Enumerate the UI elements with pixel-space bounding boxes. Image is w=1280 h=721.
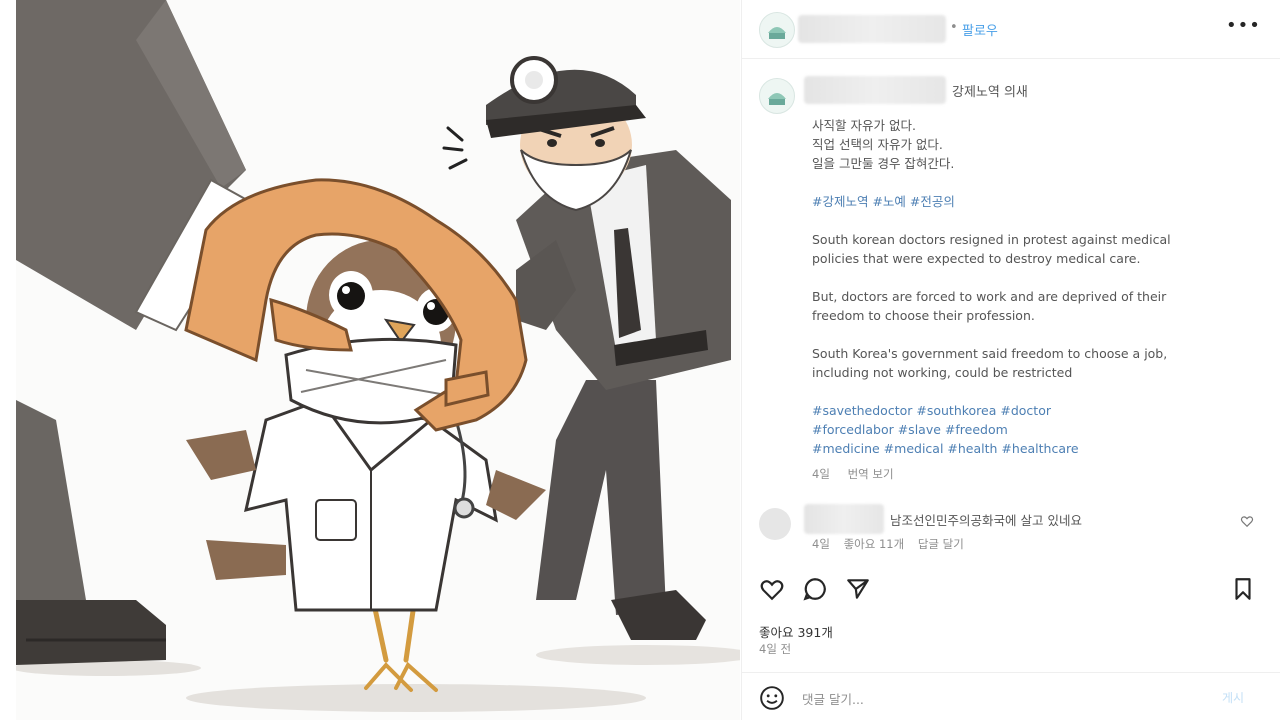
caption-line: South korean doctors resigned in protest… <box>812 232 1171 247</box>
avatar-logo-icon <box>761 14 793 46</box>
caption-line: 직업 선택의 자유가 없다. <box>812 137 943 152</box>
post-image[interactable] <box>16 0 740 720</box>
post-comment-button[interactable]: 게시 <box>1222 689 1244 706</box>
commenter-name-blurred[interactable] <box>804 504 884 534</box>
comment-text: 남조선인민주의공화국에 살고 있네요 <box>890 513 1082 528</box>
post-time: 4일 전 <box>759 642 792 656</box>
heart-icon[interactable] <box>759 576 785 602</box>
comment-input-bar: 게시 <box>742 672 1280 721</box>
caption-line: But, doctors are forced to work and are … <box>812 289 1167 304</box>
paper-plane-icon[interactable] <box>845 576 871 602</box>
bookmark-icon[interactable] <box>1230 576 1256 602</box>
caption-line: 사직할 자유가 없다. <box>812 118 916 133</box>
post-sidebar: • 팔로우 ••• 강제노역 의새 사직할 자유가 없다. 직업 선택의 자유가… <box>741 0 1280 720</box>
follow-button[interactable]: 팔로우 <box>962 20 998 39</box>
translate-link[interactable]: 번역 보기 <box>848 467 894 481</box>
caption-line: freedom to choose their profession. <box>812 308 1035 323</box>
caption-line: including not working, could be restrict… <box>812 365 1073 380</box>
likes-count[interactable]: 좋아요 391개 <box>759 622 833 641</box>
comment-icon[interactable] <box>802 576 828 602</box>
reply-button[interactable]: 답글 달기 <box>918 537 964 551</box>
author-name-blurred[interactable] <box>798 15 946 43</box>
comment-like-heart-icon[interactable] <box>1240 514 1254 528</box>
avatar-logo-icon <box>761 80 793 112</box>
header-separator: • <box>950 20 958 35</box>
more-options-icon[interactable]: ••• <box>1226 16 1260 40</box>
caption-hashtags-en[interactable]: #savethedoctor #southkorea #doctor <box>812 401 1232 420</box>
caption-hashtags-ko[interactable]: #강제노역 #노예 #전공의 <box>812 192 1232 211</box>
comment-likes[interactable]: 좋아요 11개 <box>844 537 905 551</box>
comment-age: 4일 <box>812 537 830 551</box>
caption-body: 사직할 자유가 없다. 직업 선택의 자유가 없다. 일을 그만둘 경우 잡혀간… <box>812 116 1232 458</box>
smiley-icon[interactable] <box>759 685 785 711</box>
caption-tagline: 강제노역 의새 <box>952 85 1028 100</box>
caption-meta: 4일 번역 보기 <box>812 466 908 482</box>
caption-line: 일을 그만둘 경우 잡혀간다. <box>812 156 955 171</box>
caption-age: 4일 <box>812 467 830 481</box>
author-avatar[interactable] <box>759 12 795 48</box>
comment-input[interactable] <box>800 687 1184 711</box>
page-margin <box>0 0 16 720</box>
caption-author-avatar[interactable] <box>759 78 795 114</box>
comment-meta: 4일 좋아요 11개 답글 달기 <box>812 536 974 552</box>
caption-hashtags-en[interactable]: #medicine #medical #health #healthcare <box>812 439 1232 458</box>
caption-author-name-blurred[interactable] <box>804 76 946 104</box>
caption-line: policies that were expected to destroy m… <box>812 251 1141 266</box>
commenter-avatar[interactable] <box>759 508 791 540</box>
cartoon-illustration <box>16 0 740 712</box>
post-header: • 팔로우 ••• <box>742 0 1280 59</box>
caption-hashtags-en[interactable]: #forcedlabor #slave #freedom <box>812 420 1232 439</box>
action-bar <box>742 572 1280 608</box>
caption-line: South Korea's government said freedom to… <box>812 346 1168 361</box>
